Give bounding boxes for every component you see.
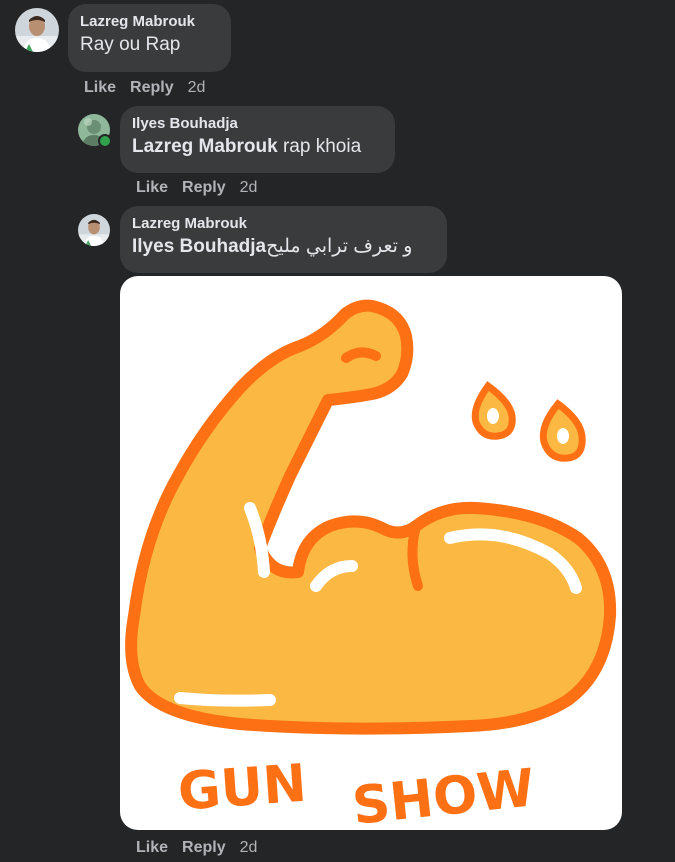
avatar-lazreg-1[interactable]	[15, 8, 59, 52]
comment-author[interactable]: Ilyes Bouhadja	[132, 114, 383, 134]
comment-bubble: Lazreg Mabrouk Ray ou Rap	[68, 4, 231, 72]
avatar-lazreg-2[interactable]	[78, 214, 110, 246]
comment-text: Lazreg Mabrouk rap khoia	[132, 134, 383, 160]
comment-body: و تعرف ترابي مليح	[266, 236, 418, 257]
timestamp[interactable]: 2d	[240, 839, 258, 856]
comment-body: rap khoia	[277, 136, 362, 157]
avatar-photo-icon	[78, 214, 110, 246]
online-status-icon	[98, 134, 112, 148]
avatar-photo-icon	[15, 8, 59, 52]
comment-author[interactable]: Lazreg Mabrouk	[80, 12, 219, 32]
like-button[interactable]: Like	[136, 839, 168, 856]
comment-bubble: Ilyes Bouhadja Lazreg Mabrouk rap khoia	[120, 106, 395, 173]
like-button[interactable]: Like	[136, 179, 168, 196]
like-button[interactable]: Like	[84, 79, 116, 96]
mention-link[interactable]: Ilyes Bouhadja	[132, 236, 266, 257]
reply-button[interactable]: Reply	[130, 79, 174, 96]
mention-link[interactable]: Lazreg Mabrouk	[132, 136, 278, 157]
flexed-bicep-sticker-icon: GUN SHOW	[125, 299, 617, 830]
sticker-caption-left: GUN	[176, 754, 308, 823]
timestamp[interactable]: 2d	[240, 179, 258, 196]
reply-button[interactable]: Reply	[182, 839, 226, 856]
timestamp[interactable]: 2d	[188, 79, 206, 96]
comment-bubble: Lazreg Mabrouk Ilyes Bouhadja و تعرف ترا…	[120, 206, 447, 273]
comment-text: Ray ou Rap	[80, 34, 181, 55]
sticker-image[interactable]: GUN SHOW	[120, 276, 622, 830]
comment-author[interactable]: Lazreg Mabrouk	[132, 214, 435, 234]
comment-actions: Like Reply 2d	[136, 839, 271, 857]
comment-text: Ilyes Bouhadja و تعرف ترابي مليح	[132, 234, 435, 260]
sticker-caption-right: SHOW	[350, 758, 538, 830]
reply-button[interactable]: Reply	[182, 179, 226, 196]
comment-actions: Like Reply 2d	[136, 179, 271, 197]
comment-actions: Like Reply 2d	[84, 79, 219, 97]
